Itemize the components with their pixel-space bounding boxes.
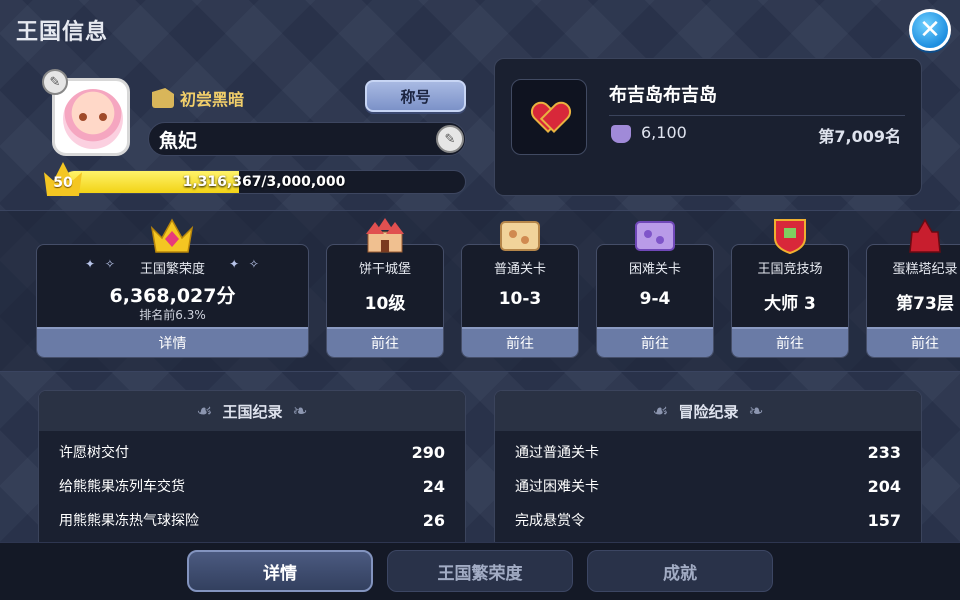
record-row: 给熊熊果冻列车交货 24 [59,469,445,503]
goto-hard-stage-button[interactable]: 前往 [597,327,713,357]
goto-cake-tower-button[interactable]: 前往 [867,327,960,357]
guild-trophy-icon [611,125,631,143]
card-label: 困难关卡 [628,262,681,277]
title-select-button[interactable]: 称号 [365,80,466,112]
edit-name-button[interactable]: ✎ [436,125,464,153]
castle-card: 饼干城堡 10级 前往 [326,244,444,358]
ornament-icon: ☙ [652,400,669,422]
record-value: 204 [867,476,901,496]
record-label: 许愿树交付 [59,445,129,461]
hard-stage-card: 困难关卡 9-4 前往 [596,244,714,358]
record-label: 给熊熊果冻列车交货 [59,479,185,495]
heart-emblem-icon [534,103,564,131]
record-label: 完成悬赏令 [515,513,585,529]
prosperity-value: 6,368,027分 [109,285,236,307]
record-row: 通过普通关卡 233 [515,435,901,469]
guild-score: 6,100 [641,123,687,142]
arena-card: 王国竞技场 大师 3 前往 [731,244,849,358]
goto-castle-button[interactable]: 前往 [327,327,443,357]
record-value: 233 [867,442,901,462]
level-crown-icon: 50 [44,162,82,196]
prosperity-details-button[interactable]: 详情 [37,327,308,357]
player-title-badge: 初尝黑暗 [152,86,244,110]
record-value: 290 [411,442,445,462]
ornament-icon: ☙ [196,400,213,422]
record-label: 通过困难关卡 [515,479,599,495]
cookie-avatar-icon [63,89,123,149]
tab-achievements[interactable]: 成就 [587,550,773,592]
guild-rank: 第7,009名 [818,127,901,146]
prosperity-rank: 排名前6.3% [139,308,206,322]
xp-progress-text: 1,316,367/3,000,000 [182,174,346,190]
castle-icon [366,218,404,253]
card-value: 10级 [364,294,406,314]
guild-panel[interactable]: 布吉岛布吉岛 6,100 第7,009名 [494,58,922,196]
cake-tower-icon [909,218,941,253]
adventure-record-title: 冒险纪录 [678,402,739,421]
tab-details[interactable]: 详情 [187,550,373,592]
record-row: 通过困难关卡 204 [515,469,901,503]
player-level: 50 [53,175,73,191]
adventure-record-panel: ☙ 冒险纪录 ❧ 通过普通关卡 233 通过困难关卡 204 完成悬赏令 157 [494,390,922,550]
card-value: 第73层 [896,294,954,314]
edit-avatar-button[interactable]: ✎ [42,69,68,95]
cake-tower-card: 蛋糕塔纪录 第73层 前往 [866,244,960,358]
record-label: 通过普通关卡 [515,445,599,461]
dark-map-scroll-icon [635,221,675,251]
kingdom-record-header: ☙ 王国纪录 ❧ [39,391,465,431]
goto-arena-button[interactable]: 前往 [732,327,848,357]
card-value: 大师 3 [764,294,816,314]
record-value: 26 [422,510,445,530]
record-row: 用熊熊果冻热气球探险 26 [59,503,445,537]
ornament-icon: ❧ [748,400,764,422]
divider [609,115,905,116]
record-value: 157 [867,510,901,530]
kingdom-record-panel: ☙ 王国纪录 ❧ 许愿树交付 290 给熊熊果冻列车交货 24 用熊熊果冻热气球… [38,390,466,550]
kingdom-record-title: 王国纪录 [222,402,283,421]
card-label: 蛋糕塔纪录 [892,262,958,277]
pencil-icon: ✎ [444,131,456,147]
medal-icon [152,88,174,108]
card-label: 普通关卡 [493,262,546,277]
tab-prosperity[interactable]: 王国繁荣度 [387,550,573,592]
pencil-icon: ✎ [49,74,61,90]
record-value: 24 [422,476,445,496]
close-icon: ✕ [919,15,941,45]
goto-normal-stage-button[interactable]: 前往 [462,327,578,357]
prosperity-label: 王国繁荣度 [139,262,205,277]
record-row: 完成悬赏令 157 [515,503,901,537]
player-title-text: 初尝黑暗 [180,90,245,109]
normal-stage-card: 普通关卡 10-3 前往 [461,244,579,358]
card-value: 9-4 [639,289,671,309]
map-scroll-icon [500,221,540,251]
crown-gem-icon [150,218,194,253]
card-label: 王国竞技场 [757,262,823,277]
guild-emblem [511,79,587,155]
record-label: 用熊熊果冻热气球探险 [59,513,199,529]
guild-name: 布吉岛布吉岛 [609,85,717,106]
page-title: 王国信息 [16,20,109,45]
card-value: 10-3 [498,289,542,309]
record-row: 许愿树交付 290 [59,435,445,469]
close-button[interactable]: ✕ [909,9,951,51]
kingdom-name: 魚妃 [159,129,198,152]
prosperity-card: ✦ ✧ ✦ ✧ 王国繁荣度 6,368,027分 排名前6.3% 详情 [36,244,309,358]
ornament-icon: ❧ [292,400,308,422]
card-label: 饼干城堡 [358,262,411,277]
arena-shield-icon [774,219,806,254]
xp-progress-bar: 1,316,367/3,000,000 [62,170,466,194]
kingdom-name-field[interactable]: 魚妃 [148,122,466,156]
adventure-record-header: ☙ 冒险纪录 ❧ [495,391,921,431]
